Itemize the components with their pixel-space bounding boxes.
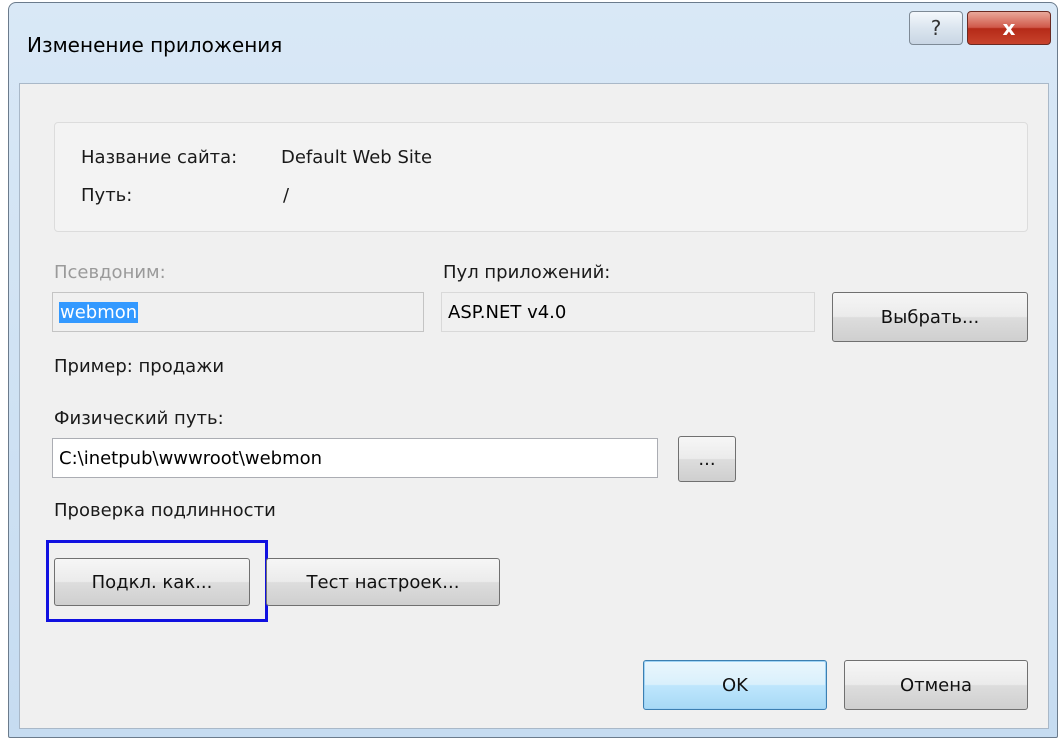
dialog-title: Изменение приложения	[27, 33, 283, 57]
ok-label: OK	[722, 674, 748, 696]
alias-input[interactable]: webmon	[52, 292, 424, 332]
alias-value: webmon	[59, 301, 139, 323]
authentication-label: Проверка подлинности	[54, 500, 276, 521]
help-button[interactable]: ?	[909, 11, 963, 45]
path-value: /	[283, 185, 290, 206]
browse-button[interactable]: ...	[678, 436, 736, 482]
help-icon: ?	[930, 16, 942, 40]
site-info-group: Название сайта: Default Web Site Путь: /	[54, 122, 1028, 232]
dialog-body: Название сайта: Default Web Site Путь: /…	[19, 83, 1049, 729]
cancel-label: Отмена	[899, 674, 973, 696]
select-button-label: Выбрать...	[880, 306, 980, 328]
title-bar[interactable]: Изменение приложения ? x	[9, 3, 1057, 83]
site-name-value: Default Web Site	[281, 147, 433, 168]
close-button[interactable]: x	[967, 11, 1051, 45]
physical-path-input[interactable]: C:\inetpub\wwwroot\webmon	[52, 438, 658, 478]
app-pool-label: Пул приложений:	[443, 262, 611, 283]
close-icon: x	[1002, 16, 1016, 40]
app-pool-field: ASP.NET v4.0	[441, 292, 815, 332]
physical-path-value: C:\inetpub\wwwroot\webmon	[59, 447, 323, 469]
alias-example: Пример: продажи	[54, 356, 225, 377]
test-settings-button[interactable]: Тест настроек...	[266, 558, 500, 606]
app-pool-value: ASP.NET v4.0	[448, 301, 567, 323]
connect-as-label: Подкл. как...	[91, 571, 213, 593]
select-app-pool-button[interactable]: Выбрать...	[832, 292, 1028, 342]
site-name-label: Название сайта:	[81, 147, 238, 168]
alias-label: Псевдоним:	[54, 262, 166, 283]
path-label: Путь:	[81, 185, 133, 206]
connect-as-button[interactable]: Подкл. как...	[54, 558, 250, 606]
physical-path-label: Физический путь:	[54, 408, 224, 429]
edit-application-dialog: Изменение приложения ? x Название сайта:…	[8, 2, 1058, 738]
cancel-button[interactable]: Отмена	[844, 660, 1028, 710]
test-settings-label: Тест настроек...	[306, 571, 460, 593]
browse-icon: ...	[698, 448, 716, 470]
ok-button[interactable]: OK	[643, 660, 827, 710]
